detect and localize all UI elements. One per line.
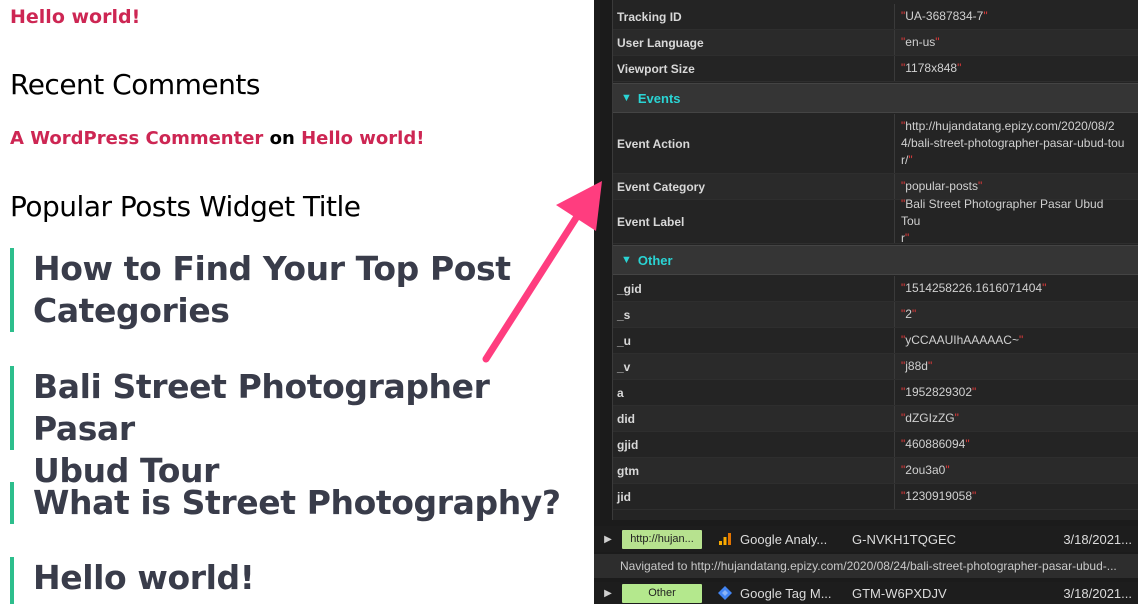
param-value: "Bali Street Photographer Pasar Ubud Tou… — [901, 197, 1104, 245]
param-row: did " dZGIzZG " — [613, 406, 1138, 432]
popular-post-link[interactable]: What is Street Photography? — [33, 482, 570, 524]
popular-post-item: Hello world! — [10, 557, 570, 604]
param-value: " dZGIzZG " — [901, 411, 959, 425]
param-key: a — [613, 380, 895, 405]
request-date: 3/18/2021... — [1063, 585, 1132, 601]
popular-post-item: Bali Street Photographer Pasar Ubud Tour — [10, 366, 580, 490]
popular-post-item: How to Find Your Top Post Categories — [10, 248, 570, 332]
param-key: Event Category — [613, 174, 895, 199]
param-value: " 1514258226.1616071404 " — [901, 281, 1047, 295]
tag-manager-diamond-icon — [714, 585, 736, 601]
param-key: Viewport Size — [613, 56, 895, 81]
request-row[interactable]: ▶ http://hujan... Google Analy... G-NVKH… — [594, 526, 1138, 552]
param-key: Event Label — [613, 200, 895, 243]
param-value: " 1952829302 " — [901, 385, 977, 399]
param-row: Tracking ID " UA-3687834-7 " — [613, 4, 1138, 30]
analytics-debugger-panel: Tracking ID " UA-3687834-7 " User Language… — [594, 0, 1138, 604]
popular-post-item: What is Street Photography? — [10, 482, 570, 524]
section-label: Other — [637, 252, 673, 268]
param-row: gjid " 460886094 " — [613, 432, 1138, 458]
post-title-line: How to Find Your Top Post — [33, 249, 511, 288]
param-row: jid " 1230919058 " — [613, 484, 1138, 510]
param-key: User Language — [613, 30, 895, 55]
expand-triangle-icon: ▼ — [621, 92, 632, 104]
request-tool-name: Google Tag M... — [740, 585, 832, 601]
param-row: User Language " en-us " — [613, 30, 1138, 56]
expand-triangle-icon[interactable]: ▶ — [594, 588, 622, 599]
param-key: gjid — [613, 432, 895, 457]
comment-author-link[interactable]: A WordPress Commenter — [10, 128, 263, 149]
section-label: Events — [637, 90, 681, 106]
request-date: 3/18/2021... — [1063, 531, 1132, 547]
popular-post-link[interactable]: Hello world! — [33, 557, 570, 599]
expand-triangle-icon: ▼ — [621, 254, 632, 266]
param-key: _s — [613, 302, 895, 327]
param-row: Event Action "http://hujandatang.epizy.c… — [613, 114, 1138, 174]
param-value: " 460886094 " — [901, 437, 970, 451]
param-value: " 1178x848 " — [901, 61, 962, 75]
analytics-bars-icon — [714, 532, 736, 546]
wordpress-page: Hello world! Recent Comments A WordPress… — [0, 0, 594, 604]
param-key: Event Action — [613, 114, 895, 173]
comment-on-text: on — [269, 128, 295, 149]
param-value: " 1230919058 " — [901, 489, 977, 503]
post-title-line: Categories — [33, 291, 230, 330]
request-tracking-id: GTM-W6PXDJV — [852, 585, 947, 601]
param-value: " j88d " — [901, 359, 933, 373]
param-row: _v " j88d " — [613, 354, 1138, 380]
param-row: a " 1952829302 " — [613, 380, 1138, 406]
popular-posts-title: Popular Posts Widget Title — [10, 190, 361, 223]
param-key: gtm — [613, 458, 895, 483]
param-row: _gid " 1514258226.1616071404 " — [613, 276, 1138, 302]
param-key: _gid — [613, 276, 895, 301]
param-row: _s " 2 " — [613, 302, 1138, 328]
param-key: _v — [613, 354, 895, 379]
hello-world-link-top[interactable]: Hello world! — [10, 6, 140, 28]
param-row: gtm " 2ou3a0 " — [613, 458, 1138, 484]
hit-details-table: Tracking ID " UA-3687834-7 " User Language… — [612, 0, 1138, 520]
param-value: " 2ou3a0 " — [901, 463, 950, 477]
param-row: _u " yCCAAUIhAAAAAC~ " — [613, 328, 1138, 354]
recent-comment: A WordPress Commenter on Hello world! — [10, 128, 424, 149]
comment-post-link[interactable]: Hello world! — [301, 128, 424, 149]
request-tracking-id: G-NVKH1TQGEC — [852, 531, 957, 547]
param-key: jid — [613, 484, 895, 509]
request-url-tag: Other — [622, 583, 702, 603]
other-section-header[interactable]: ▼ Other — [613, 245, 1138, 275]
param-value: " UA-3687834-7 " — [901, 9, 988, 23]
events-section-header[interactable]: ▼ Events — [613, 83, 1138, 113]
request-tool-name: Google Analy... — [740, 531, 828, 547]
post-title-line: Bali Street Photographer Pasar — [33, 367, 490, 448]
recent-comments-title: Recent Comments — [10, 68, 260, 101]
param-value: "http://hujandatang.epizy.com/2020/08/2 … — [901, 119, 1125, 167]
param-key: did — [613, 406, 895, 431]
param-value: " en-us " — [901, 35, 940, 49]
param-row: Event Label "Bali Street Photographer Pa… — [613, 197, 1138, 245]
param-row: Viewport Size " 1178x848 " — [613, 56, 1138, 82]
popular-post-link[interactable]: How to Find Your Top Post Categories — [33, 248, 570, 332]
request-url-tag: http://hujan... — [622, 529, 702, 549]
param-value: " 2 " — [901, 307, 917, 321]
param-value: " yCCAAUIhAAAAAC~ " — [901, 333, 1024, 347]
param-key: Tracking ID — [613, 4, 895, 29]
request-row[interactable]: ▶ Other Google Tag M... GTM-W6PXDJV 3/18… — [594, 582, 1138, 604]
param-key: _u — [613, 328, 895, 353]
popular-post-link[interactable]: Bali Street Photographer Pasar Ubud Tour — [33, 366, 580, 492]
expand-triangle-icon[interactable]: ▶ — [594, 534, 622, 545]
navigated-note: Navigated to http://hujandatang.epizy.co… — [594, 554, 1138, 578]
